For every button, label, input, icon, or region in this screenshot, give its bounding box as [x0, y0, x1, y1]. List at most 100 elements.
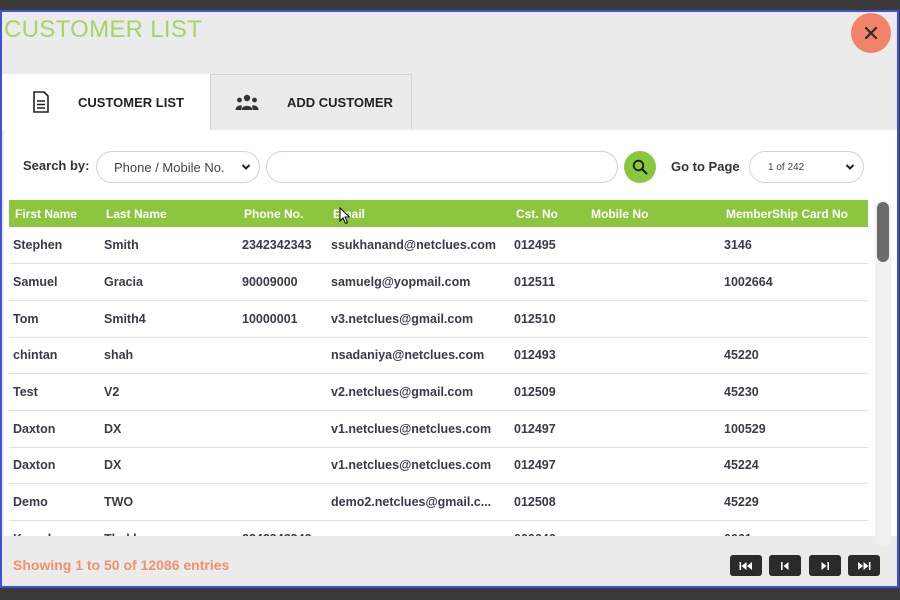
table-cell: Test	[9, 373, 100, 411]
table-row[interactable]: Tom Smith4 10000001 v3.netclues@gmail.com 01…	[9, 300, 868, 338]
table-cell	[238, 373, 327, 411]
table-cell: 012497	[510, 410, 585, 448]
tab-add-customer[interactable]: ADD CUSTOMER	[210, 74, 412, 130]
table-cell: V2	[100, 373, 238, 411]
table-cell	[238, 447, 327, 485]
users-icon	[235, 94, 259, 112]
table-cell: ssukhanand@netclues.com	[327, 227, 510, 265]
column-header[interactable]: Mobile No	[585, 200, 720, 227]
tab-bar: CUSTOMER LIST ADD CUSTOMER	[2, 74, 412, 130]
table-header-row: First Name Last Name Phone No. Email Cst. No…	[9, 200, 868, 227]
table-cell: DX	[100, 447, 238, 485]
search-button[interactable]	[624, 151, 656, 183]
search-field-value: Phone / Mobile No.	[114, 159, 225, 175]
column-header[interactable]: MemberShip Card No	[720, 200, 868, 227]
table-cell: 012511	[510, 263, 585, 301]
table-row[interactable]: Stephen Smith 2342342343 ssukhanand@netclue…	[9, 227, 868, 265]
table-cell: Gracia	[100, 263, 238, 301]
last-page-icon	[858, 561, 871, 570]
customer-table: First Name Last Name Phone No. Email Cst. No…	[9, 200, 868, 536]
customer-table-container: First Name Last Name Phone No. Email Cst. No…	[9, 200, 868, 536]
scrollbar-thumb[interactable]	[877, 202, 889, 262]
customer-list-modal: CUSTOMER LIST CUSTOMER LIST ADD CUSTOMER…	[0, 10, 899, 588]
last-page-button[interactable]	[848, 555, 880, 576]
document-icon	[32, 91, 50, 113]
first-page-icon	[739, 561, 752, 570]
table-row[interactable]: chintan shah nsadaniya@netclues.com 012493 4…	[9, 337, 868, 375]
table-cell: Smith	[100, 227, 238, 265]
table-cell: 012493	[510, 337, 585, 375]
table-cell: TWO	[100, 483, 238, 521]
table-cell: 012510	[510, 300, 585, 338]
close-button[interactable]	[851, 13, 891, 53]
column-header[interactable]: Email	[327, 200, 510, 227]
table-cell: Smith4	[100, 300, 238, 338]
table-cell	[585, 263, 720, 301]
column-header[interactable]: Last Name	[100, 200, 238, 227]
table-cell	[585, 373, 720, 411]
column-header[interactable]: First Name	[9, 200, 100, 227]
table-cell: 45224	[720, 447, 868, 485]
search-input[interactable]	[266, 151, 618, 183]
next-page-button[interactable]	[809, 555, 841, 576]
table-cell	[585, 300, 720, 338]
table-cell	[720, 300, 868, 338]
table-cell: Daxton	[9, 447, 100, 485]
next-page-icon	[821, 561, 829, 570]
previous-page-button[interactable]	[769, 555, 801, 576]
close-icon	[864, 26, 878, 40]
table-cell	[238, 483, 327, 521]
table-cell: v1.netclues@netclues.com	[327, 447, 510, 485]
table-cell: 0061	[720, 520, 868, 536]
page-select-value: 1 of 242	[768, 161, 805, 173]
table-cell: shah	[100, 337, 238, 375]
table-cell: chintan	[9, 337, 100, 375]
table-cell: 45229	[720, 483, 868, 521]
first-page-button[interactable]	[730, 555, 762, 576]
table-cell: v2.netclues@gmail.com	[327, 373, 510, 411]
table-cell	[585, 227, 720, 265]
table-cell	[585, 520, 720, 536]
table-row[interactable]: Test V2 v2.netclues@gmail.com 012509 45230	[9, 373, 868, 411]
table-cell: Tom	[9, 300, 100, 338]
chevron-down-icon	[845, 164, 855, 170]
table-cell: 10000001	[238, 300, 327, 338]
table-cell	[585, 337, 720, 375]
table-cell	[327, 520, 510, 536]
table-cell: 000646	[510, 520, 585, 536]
table-cell: demo2.netclues@gmail.c...	[327, 483, 510, 521]
table-cell: 45230	[720, 373, 868, 411]
table-row[interactable]: Samuel Gracia 90009000 samuelg@yopmail.com 0…	[9, 263, 868, 301]
customer-list-panel: Search by: Phone / Mobile No. Go to Page…	[4, 130, 897, 546]
search-bar: Search by: Phone / Mobile No. Go to Page…	[4, 150, 897, 184]
table-cell: v3.netclues@gmail.com	[327, 300, 510, 338]
table-cell: 2342342342	[238, 520, 327, 536]
table-cell	[585, 447, 720, 485]
table-cell: DX	[100, 410, 238, 448]
table-cell: 45220	[720, 337, 868, 375]
table-row[interactable]: Daxton DX v1.netclues@netclues.com 012497 10…	[9, 410, 868, 448]
table-row[interactable]: Demo TWO demo2.netclues@gmail.c... 012508 45…	[9, 483, 868, 521]
table-cell: Samuel	[9, 263, 100, 301]
table-cell: Stephen	[9, 227, 100, 265]
tab-customer-list-label: CUSTOMER LIST	[78, 94, 184, 110]
table-cell: 012508	[510, 483, 585, 521]
entries-count-text: Showing 1 to 50 of 12086 entries	[13, 557, 230, 573]
table-row[interactable]: KomalThakkar2342342342 000646 0061	[9, 520, 868, 536]
table-cell: 1002664	[720, 263, 868, 301]
table-cell: v1.netclues@netclues.com	[327, 410, 510, 448]
page-select[interactable]: 1 of 242	[749, 151, 864, 183]
table-cell: samuelg@yopmail.com	[327, 263, 510, 301]
table-scrollbar[interactable]	[875, 200, 891, 546]
table-cell	[585, 410, 720, 448]
search-field-select[interactable]: Phone / Mobile No.	[96, 151, 260, 183]
table-cell	[238, 337, 327, 375]
go-to-page-label: Go to Page	[671, 159, 740, 174]
search-icon	[632, 159, 648, 175]
tab-customer-list[interactable]: CUSTOMER LIST	[2, 74, 210, 130]
column-header[interactable]: Phone No.	[238, 200, 327, 227]
table-row[interactable]: Daxton DX v1.netclues@netclues.com 012497 45…	[9, 447, 868, 485]
column-header[interactable]: Cst. No	[510, 200, 585, 227]
search-by-label: Search by:	[23, 158, 90, 173]
table-cell: 3146	[720, 227, 868, 265]
